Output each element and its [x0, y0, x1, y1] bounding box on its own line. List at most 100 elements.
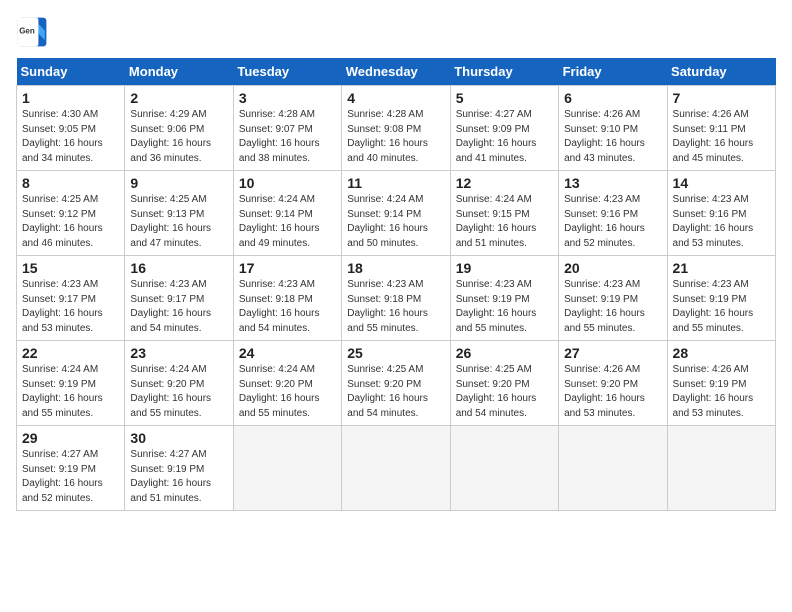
day-info: Sunrise: 4:24 AM Sunset: 9:19 PM Dayligh… — [22, 363, 119, 421]
day-number: 9 — [130, 175, 227, 191]
column-header-tuesday: Tuesday — [233, 58, 341, 86]
header: Gen — [16, 16, 776, 48]
week-row-4: 22 Sunrise: 4:24 AM Sunset: 9:19 PM Dayli… — [17, 341, 776, 426]
day-cell: 17 Sunrise: 4:23 AM Sunset: 9:18 PM Dayli… — [233, 256, 341, 341]
day-info: Sunrise: 4:24 AM Sunset: 9:20 PM Dayligh… — [239, 363, 336, 421]
day-number: 7 — [673, 90, 770, 106]
week-row-3: 15 Sunrise: 4:23 AM Sunset: 9:17 PM Dayli… — [17, 256, 776, 341]
column-header-sunday: Sunday — [17, 58, 125, 86]
day-info: Sunrise: 4:23 AM Sunset: 9:19 PM Dayligh… — [456, 278, 553, 336]
day-info: Sunrise: 4:26 AM Sunset: 9:10 PM Dayligh… — [564, 108, 661, 166]
day-cell: 8Sunrise: 4:25 AM Sunset: 9:12 PM Daylig… — [17, 171, 125, 256]
day-info: Sunrise: 4:23 AM Sunset: 9:18 PM Dayligh… — [239, 278, 336, 336]
day-info: Sunrise: 4:25 AM Sunset: 9:13 PM Dayligh… — [130, 193, 227, 251]
day-number: 30 — [130, 430, 227, 446]
day-number: 23 — [130, 345, 227, 361]
day-cell: 11 Sunrise: 4:24 AM Sunset: 9:14 PM Dayli… — [342, 171, 450, 256]
day-number: 5 — [456, 90, 553, 106]
day-number: 13 — [564, 175, 661, 191]
day-cell: 10 Sunrise: 4:24 AM Sunset: 9:14 PM Dayli… — [233, 171, 341, 256]
column-header-friday: Friday — [559, 58, 667, 86]
day-info: Sunrise: 4:24 AM Sunset: 9:14 PM Dayligh… — [239, 193, 336, 251]
day-cell: 24 Sunrise: 4:24 AM Sunset: 9:20 PM Dayli… — [233, 341, 341, 426]
day-number: 26 — [456, 345, 553, 361]
day-number: 2 — [130, 90, 227, 106]
day-info: Sunrise: 4:25 AM Sunset: 9:20 PM Dayligh… — [456, 363, 553, 421]
day-number: 29 — [22, 430, 119, 446]
column-header-wednesday: Wednesday — [342, 58, 450, 86]
day-info: Sunrise: 4:23 AM Sunset: 9:19 PM Dayligh… — [564, 278, 661, 336]
column-header-saturday: Saturday — [667, 58, 775, 86]
day-number: 25 — [347, 345, 444, 361]
day-cell — [667, 426, 775, 511]
day-cell: 19 Sunrise: 4:23 AM Sunset: 9:19 PM Dayli… — [450, 256, 558, 341]
day-cell: 29 Sunrise: 4:27 AM Sunset: 9:19 PM Dayli… — [17, 426, 125, 511]
day-number: 19 — [456, 260, 553, 276]
day-number: 12 — [456, 175, 553, 191]
day-info: Sunrise: 4:25 AM Sunset: 9:12 PM Dayligh… — [22, 193, 119, 251]
day-cell: 21 Sunrise: 4:23 AM Sunset: 9:19 PM Dayli… — [667, 256, 775, 341]
day-number: 21 — [673, 260, 770, 276]
day-info: Sunrise: 4:26 AM Sunset: 9:20 PM Dayligh… — [564, 363, 661, 421]
day-info: Sunrise: 4:23 AM Sunset: 9:16 PM Dayligh… — [673, 193, 770, 251]
week-row-2: 8Sunrise: 4:25 AM Sunset: 9:12 PM Daylig… — [17, 171, 776, 256]
day-number: 14 — [673, 175, 770, 191]
day-cell: 5 Sunrise: 4:27 AM Sunset: 9:09 PM Daylig… — [450, 86, 558, 171]
day-info: Sunrise: 4:24 AM Sunset: 9:15 PM Dayligh… — [456, 193, 553, 251]
logo: Gen — [16, 16, 52, 48]
day-info: Sunrise: 4:23 AM Sunset: 9:19 PM Dayligh… — [673, 278, 770, 336]
day-number: 24 — [239, 345, 336, 361]
day-info: Sunrise: 4:29 AM Sunset: 9:06 PM Dayligh… — [130, 108, 227, 166]
day-cell: 14 Sunrise: 4:23 AM Sunset: 9:16 PM Dayli… — [667, 171, 775, 256]
day-cell: 26 Sunrise: 4:25 AM Sunset: 9:20 PM Dayli… — [450, 341, 558, 426]
week-row-5: 29 Sunrise: 4:27 AM Sunset: 9:19 PM Dayli… — [17, 426, 776, 511]
day-info: Sunrise: 4:26 AM Sunset: 9:19 PM Dayligh… — [673, 363, 770, 421]
day-cell: 30 Sunrise: 4:27 AM Sunset: 9:19 PM Dayli… — [125, 426, 233, 511]
day-info: Sunrise: 4:27 AM Sunset: 9:19 PM Dayligh… — [130, 448, 227, 506]
day-cell: 28 Sunrise: 4:26 AM Sunset: 9:19 PM Dayli… — [667, 341, 775, 426]
day-cell: 16Sunrise: 4:23 AM Sunset: 9:17 PM Dayli… — [125, 256, 233, 341]
day-cell: 18Sunrise: 4:23 AM Sunset: 9:18 PM Dayli… — [342, 256, 450, 341]
day-number: 20 — [564, 260, 661, 276]
column-header-thursday: Thursday — [450, 58, 558, 86]
day-cell: 13 Sunrise: 4:23 AM Sunset: 9:16 PM Dayli… — [559, 171, 667, 256]
day-number: 27 — [564, 345, 661, 361]
day-cell — [450, 426, 558, 511]
day-info: Sunrise: 4:23 AM Sunset: 9:16 PM Dayligh… — [564, 193, 661, 251]
day-cell: 7 Sunrise: 4:26 AM Sunset: 9:11 PM Daylig… — [667, 86, 775, 171]
day-info: Sunrise: 4:23 AM Sunset: 9:17 PM Dayligh… — [22, 278, 119, 336]
day-cell: 4Sunrise: 4:28 AM Sunset: 9:08 PM Daylig… — [342, 86, 450, 171]
day-number: 17 — [239, 260, 336, 276]
day-number: 3 — [239, 90, 336, 106]
day-cell: 6 Sunrise: 4:26 AM Sunset: 9:10 PM Daylig… — [559, 86, 667, 171]
day-cell: 12 Sunrise: 4:24 AM Sunset: 9:15 PM Dayli… — [450, 171, 558, 256]
day-cell: 15 Sunrise: 4:23 AM Sunset: 9:17 PM Dayli… — [17, 256, 125, 341]
svg-text:Gen: Gen — [19, 27, 35, 36]
day-cell: 3Sunrise: 4:28 AM Sunset: 9:07 PM Daylig… — [233, 86, 341, 171]
day-number: 15 — [22, 260, 119, 276]
day-cell — [559, 426, 667, 511]
day-number: 6 — [564, 90, 661, 106]
day-info: Sunrise: 4:30 AM Sunset: 9:05 PM Dayligh… — [22, 108, 119, 166]
day-info: Sunrise: 4:23 AM Sunset: 9:18 PM Dayligh… — [347, 278, 444, 336]
day-cell: 22 Sunrise: 4:24 AM Sunset: 9:19 PM Dayli… — [17, 341, 125, 426]
day-cell: 27 Sunrise: 4:26 AM Sunset: 9:20 PM Dayli… — [559, 341, 667, 426]
day-cell: 1Sunrise: 4:30 AM Sunset: 9:05 PM Daylig… — [17, 86, 125, 171]
day-info: Sunrise: 4:26 AM Sunset: 9:11 PM Dayligh… — [673, 108, 770, 166]
day-info: Sunrise: 4:27 AM Sunset: 9:09 PM Dayligh… — [456, 108, 553, 166]
day-cell: 20 Sunrise: 4:23 AM Sunset: 9:19 PM Dayli… — [559, 256, 667, 341]
day-info: Sunrise: 4:24 AM Sunset: 9:20 PM Dayligh… — [130, 363, 227, 421]
column-header-monday: Monday — [125, 58, 233, 86]
logo-icon: Gen — [16, 16, 48, 48]
day-number: 10 — [239, 175, 336, 191]
week-row-1: 1Sunrise: 4:30 AM Sunset: 9:05 PM Daylig… — [17, 86, 776, 171]
day-info: Sunrise: 4:27 AM Sunset: 9:19 PM Dayligh… — [22, 448, 119, 506]
day-cell: 23 Sunrise: 4:24 AM Sunset: 9:20 PM Dayli… — [125, 341, 233, 426]
calendar-table: SundayMondayTuesdayWednesdayThursdayFrid… — [16, 58, 776, 511]
day-cell: 9 Sunrise: 4:25 AM Sunset: 9:13 PM Daylig… — [125, 171, 233, 256]
day-info: Sunrise: 4:24 AM Sunset: 9:14 PM Dayligh… — [347, 193, 444, 251]
day-number: 11 — [347, 175, 444, 191]
day-number: 22 — [22, 345, 119, 361]
day-number: 28 — [673, 345, 770, 361]
day-cell: 2 Sunrise: 4:29 AM Sunset: 9:06 PM Daylig… — [125, 86, 233, 171]
